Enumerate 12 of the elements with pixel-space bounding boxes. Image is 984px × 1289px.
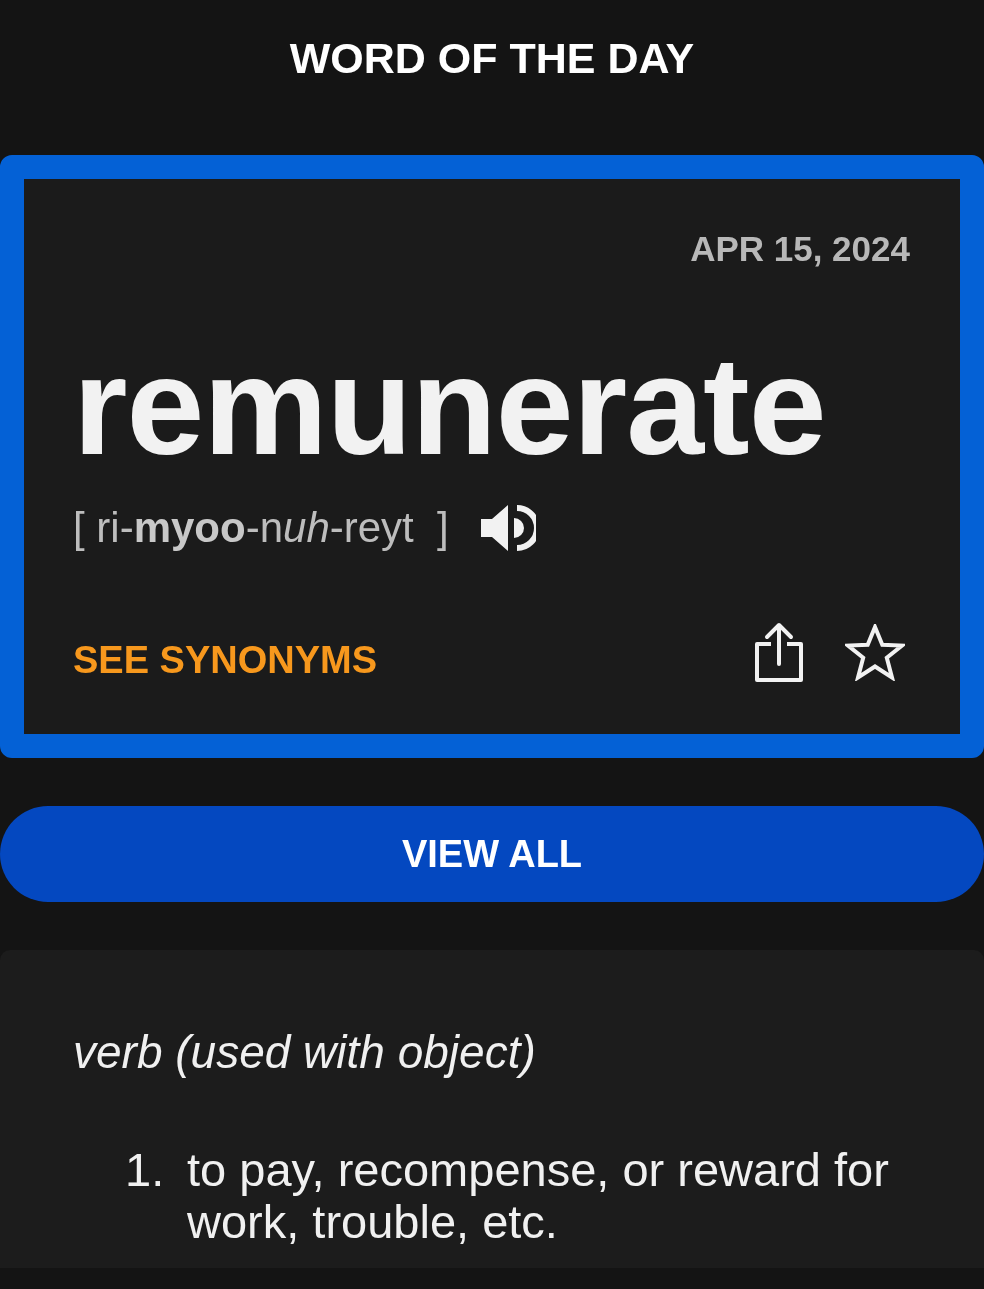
- view-all-button[interactable]: VIEW ALL: [0, 806, 984, 902]
- date-label: APR 15, 2024: [690, 229, 910, 269]
- headword: remunerate: [73, 336, 826, 476]
- see-synonyms-link[interactable]: SEE SYNONYMS: [73, 638, 378, 682]
- pronunciation-text: [ ri-myoo-nuh-reyt ]: [73, 503, 449, 553]
- sense-text: to pay, recompense, or reward for work, trouble, etc.: [187, 1144, 890, 1248]
- star-icon[interactable]: [845, 623, 905, 681]
- sense-number: 1.: [125, 1143, 165, 1196]
- share-icon[interactable]: [755, 622, 803, 682]
- page-title: WORD OF THE DAY: [289, 33, 695, 83]
- part-of-speech: verb (used with object): [73, 1025, 536, 1080]
- speaker-icon[interactable]: [480, 504, 536, 552]
